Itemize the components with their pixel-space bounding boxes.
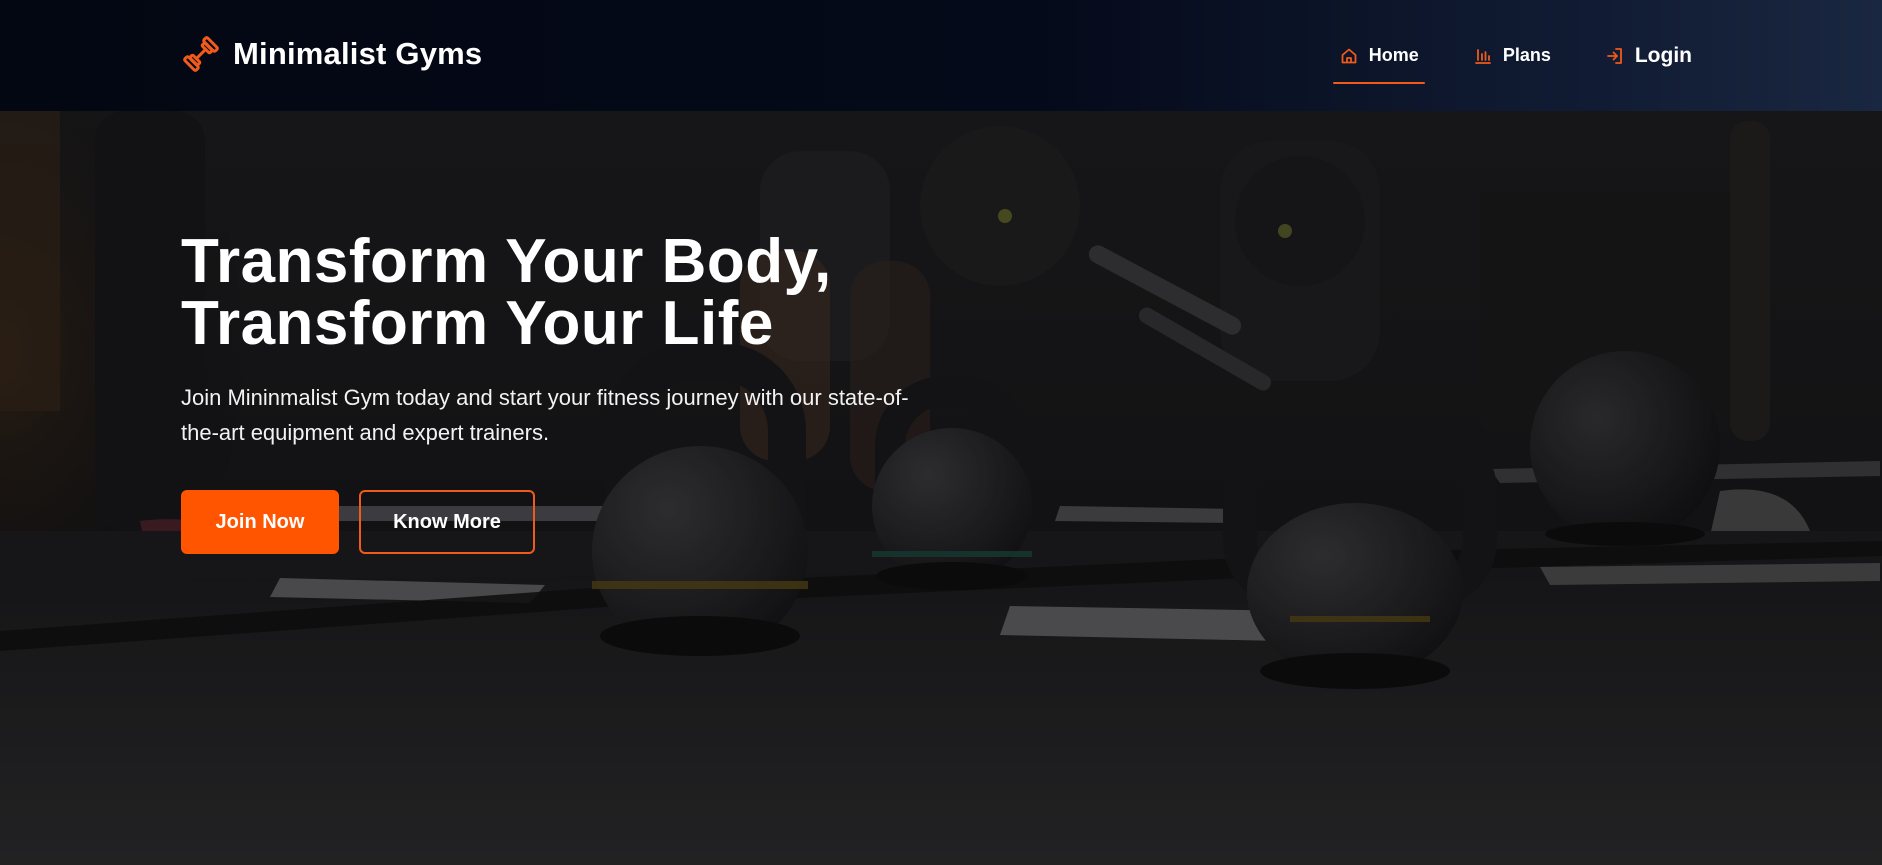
hero-subtitle: Join Mininmalist Gym today and start you… xyxy=(181,385,909,445)
main-nav: Home Plans Login xyxy=(1332,0,1698,111)
nav-link-plans-label: Plans xyxy=(1502,45,1551,65)
brand-name: Minimalist Gyms xyxy=(233,36,483,71)
hero-title-line-2: Transform Your Life xyxy=(181,289,774,358)
nav-link-login-label: Login xyxy=(1634,43,1692,67)
bar-chart-icon xyxy=(1474,48,1491,64)
hero-content: Transform Your Body, Transform Your Life… xyxy=(181,231,1081,554)
hero-title-line-1: Transform Your Body, xyxy=(181,227,832,296)
join-now-button[interactable]: Join Now xyxy=(181,490,339,554)
home-icon xyxy=(1341,48,1357,63)
dumbbell-icon xyxy=(183,36,219,72)
nav-link-plans[interactable]: Plans xyxy=(1467,28,1557,84)
know-more-button[interactable]: Know More xyxy=(359,490,535,554)
top-navbar: Minimalist Gyms Home Plans Login xyxy=(0,0,1882,111)
nav-link-home[interactable]: Home xyxy=(1332,28,1425,84)
login-icon xyxy=(1606,47,1622,64)
hero-section: Transform Your Body, Transform Your Life… xyxy=(0,111,1882,865)
nav-link-home-label: Home xyxy=(1368,45,1419,65)
nav-link-login[interactable]: Login xyxy=(1599,28,1698,84)
brand-logo-link[interactable]: Minimalist Gyms xyxy=(181,34,482,74)
hero-title: Transform Your Body, Transform Your Life xyxy=(181,231,1081,355)
hero-cta-row: Join Now Know More xyxy=(181,490,1081,554)
